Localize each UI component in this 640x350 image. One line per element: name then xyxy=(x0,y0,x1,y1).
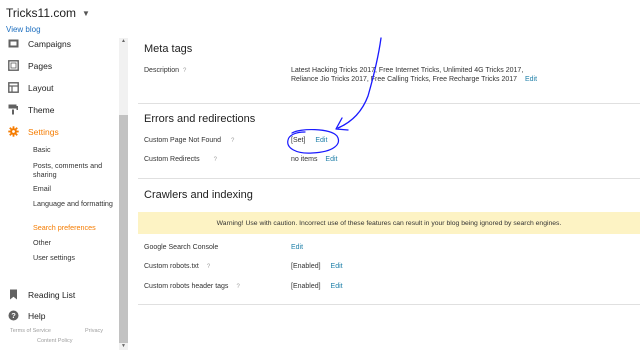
gsc-edit-link[interactable]: Edit xyxy=(291,244,303,251)
settings-content: Meta tags Description ? Latest Hacking T… xyxy=(138,0,640,350)
google-search-console-label: Google Search Console xyxy=(144,244,218,251)
settings-sub-email[interactable]: Email xyxy=(33,184,113,193)
theme-icon xyxy=(8,104,18,115)
settings-sub-search-preferences[interactable]: Search preferences xyxy=(33,223,113,232)
section-title-meta-tags: Meta tags xyxy=(144,43,193,55)
sidebar-item-label: Campaigns xyxy=(28,39,71,49)
sidebar-item-layout[interactable]: Layout xyxy=(0,78,118,98)
custom-robots-txt-value: [Enabled] Edit xyxy=(291,263,343,272)
custom-robots-header-tags-label: Custom robots header tags ? xyxy=(144,283,240,290)
custom-robots-txt-label: Custom robots.txt ? xyxy=(144,263,210,270)
gear-icon xyxy=(8,126,19,137)
privacy-link[interactable]: Privacy xyxy=(85,328,103,334)
sidebar: Tricks11.com ▼ View blog Campaigns Pages… xyxy=(0,0,130,350)
blog-selector[interactable]: Tricks11.com ▼ xyxy=(6,6,90,20)
header-tags-status: [Enabled] xyxy=(291,283,321,290)
terms-link[interactable]: Terms of Service xyxy=(10,328,51,334)
help-icon[interactable]: ? xyxy=(183,68,186,74)
settings-sub-posts-comments-sharing[interactable]: Posts, comments and sharing xyxy=(33,161,113,179)
description-label: Description ? xyxy=(144,67,186,74)
divider xyxy=(138,178,640,179)
help-icon[interactable]: ? xyxy=(214,157,217,163)
not-found-edit-link[interactable]: Edit xyxy=(315,137,327,144)
custom-robots-header-tags-label-text: Custom robots header tags xyxy=(144,283,229,290)
warning-banner: Warning! Use with caution. Incorrect use… xyxy=(138,212,640,234)
sidebar-item-label: Help xyxy=(28,311,46,321)
description-label-text: Description xyxy=(144,67,180,74)
description-edit-link[interactable]: Edit xyxy=(525,76,537,83)
campaigns-icon xyxy=(8,39,19,48)
sidebar-item-reading-list[interactable]: Reading List xyxy=(0,285,118,305)
scroll-up-icon[interactable]: ▲ xyxy=(119,38,128,45)
pages-icon xyxy=(8,60,19,71)
redirects-edit-link[interactable]: Edit xyxy=(325,156,337,163)
description-value: Latest Hacking Tricks 2017, Free Interne… xyxy=(291,67,546,84)
settings-sub-user-settings[interactable]: User settings xyxy=(33,253,113,262)
robots-edit-link[interactable]: Edit xyxy=(331,263,343,270)
robots-status: [Enabled] xyxy=(291,263,321,270)
custom-redirects-label-text: Custom Redirects xyxy=(144,156,200,163)
sidebar-item-settings[interactable]: Settings xyxy=(0,122,118,142)
settings-sub-other[interactable]: Other xyxy=(33,238,113,247)
help-icon[interactable]: ? xyxy=(231,138,234,144)
custom-robots-header-tags-value: [Enabled] Edit xyxy=(291,283,343,292)
custom-redirects-label: Custom Redirects ? xyxy=(144,156,217,163)
sidebar-item-campaigns[interactable]: Campaigns xyxy=(0,34,118,54)
not-found-status: [Set] xyxy=(291,137,306,144)
section-title-errors: Errors and redirections xyxy=(144,113,256,125)
sidebar-item-theme[interactable]: Theme xyxy=(0,100,118,120)
blog-name: Tricks11.com xyxy=(6,6,77,20)
redirects-status: no items xyxy=(291,156,318,163)
sidebar-item-label: Reading List xyxy=(28,290,76,300)
sidebar-item-pages[interactable]: Pages xyxy=(0,56,118,76)
sidebar-item-help[interactable]: ? Help xyxy=(0,306,118,326)
description-text: Latest Hacking Tricks 2017, Free Interne… xyxy=(291,67,524,83)
divider xyxy=(138,103,640,104)
section-title-crawlers: Crawlers and indexing xyxy=(144,189,253,201)
settings-sub-language-formatting[interactable]: Language and formatting xyxy=(33,199,113,208)
scroll-down-icon[interactable]: ▼ xyxy=(119,343,128,350)
content-policy-link[interactable]: Content Policy xyxy=(37,338,72,344)
help-icon[interactable]: ? xyxy=(236,284,239,290)
sidebar-item-label: Theme xyxy=(28,105,55,115)
svg-text:?: ? xyxy=(11,311,16,320)
custom-page-not-found-label-text: Custom Page Not Found xyxy=(144,137,222,144)
custom-page-not-found-value: [Set] Edit xyxy=(291,137,327,146)
custom-redirects-value: no items Edit xyxy=(291,156,337,165)
sidebar-item-label: Layout xyxy=(28,83,54,93)
google-search-console-value: Edit xyxy=(291,244,303,253)
sidebar-item-label: Pages xyxy=(28,61,53,71)
settings-sub-basic[interactable]: Basic xyxy=(33,145,113,154)
google-search-console-label-text: Google Search Console xyxy=(144,244,219,251)
layout-icon xyxy=(8,82,19,93)
custom-page-not-found-label: Custom Page Not Found ? xyxy=(144,137,234,144)
help-icon: ? xyxy=(8,310,19,321)
scrollbar-thumb[interactable] xyxy=(119,115,128,343)
chevron-down-icon: ▼ xyxy=(82,8,90,18)
custom-robots-txt-label-text: Custom robots.txt xyxy=(144,263,199,270)
bookmark-icon xyxy=(10,289,17,300)
divider xyxy=(138,304,640,305)
sidebar-item-label: Settings xyxy=(28,127,59,137)
view-blog-link[interactable]: View blog xyxy=(6,25,41,34)
header-tags-edit-link[interactable]: Edit xyxy=(331,283,343,290)
help-icon[interactable]: ? xyxy=(207,264,210,270)
